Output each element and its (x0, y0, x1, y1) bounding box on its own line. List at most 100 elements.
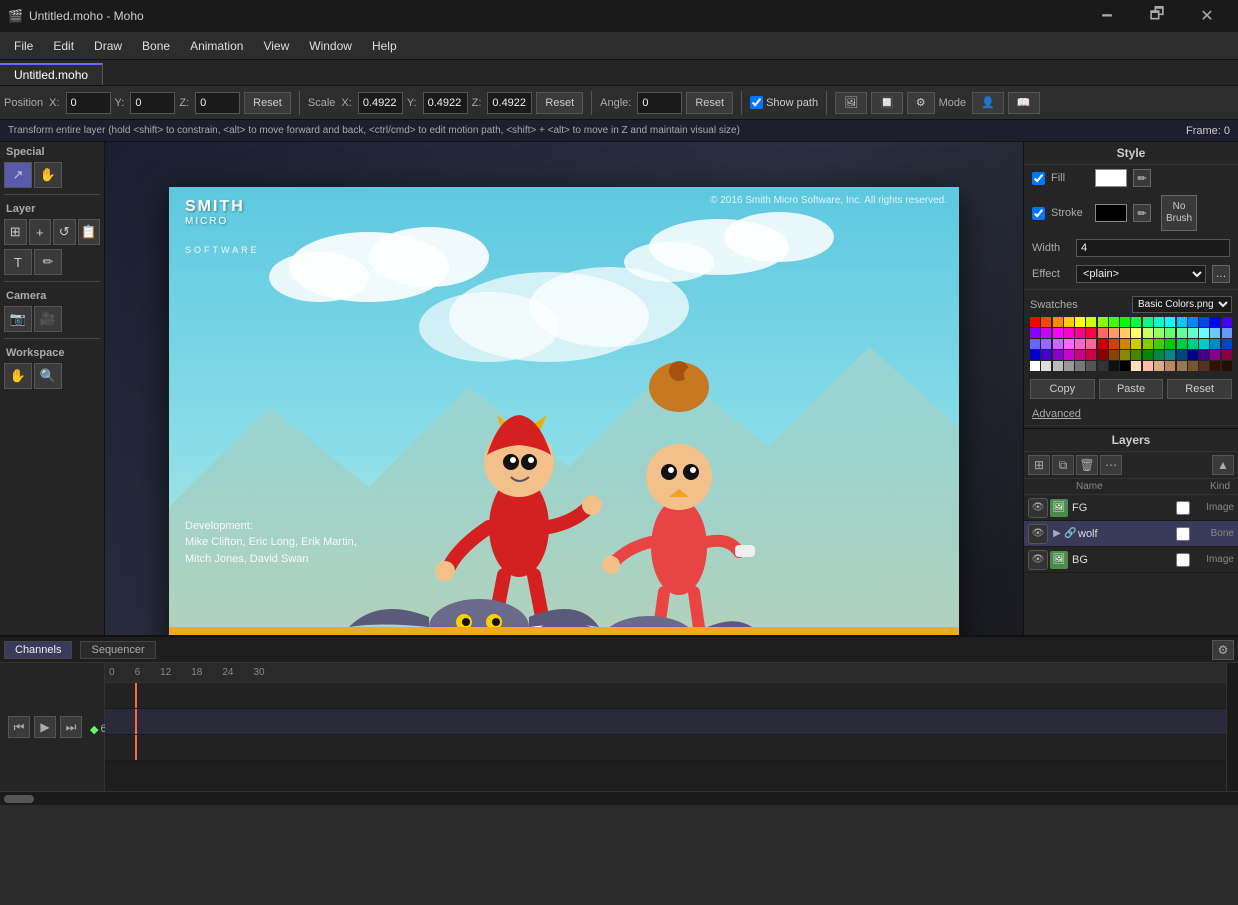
position-y-input[interactable] (130, 92, 175, 114)
transport-end-button[interactable]: ⏭ (60, 716, 82, 738)
tool-camera-2[interactable]: 🎥 (34, 306, 62, 332)
angle-input[interactable] (637, 92, 682, 114)
reset-position-button[interactable]: Reset (244, 92, 291, 114)
color-cell[interactable] (1154, 328, 1164, 338)
menu-window[interactable]: Window (299, 35, 362, 57)
color-cell[interactable] (1041, 328, 1051, 338)
color-cell[interactable] (1053, 328, 1063, 338)
maximize-button[interactable]: 🗗 (1134, 0, 1180, 32)
color-cell[interactable] (1041, 350, 1051, 360)
layer-expand-wolf[interactable]: ▶ (1050, 527, 1064, 541)
menu-help[interactable]: Help (362, 35, 407, 57)
color-cell[interactable] (1075, 328, 1085, 338)
color-cell[interactable] (1041, 317, 1051, 327)
color-cell[interactable] (1222, 339, 1232, 349)
effect-select[interactable]: <plain> (1076, 265, 1206, 283)
color-cell[interactable] (1098, 328, 1108, 338)
color-cell[interactable] (1165, 339, 1175, 349)
tool-transform[interactable]: ↗ (4, 162, 32, 188)
tool-new-point[interactable]: + (29, 219, 52, 245)
color-cell[interactable] (1143, 350, 1153, 360)
scale-z-input[interactable] (487, 92, 532, 114)
timeline-hscroll-thumb[interactable] (4, 795, 34, 803)
color-cell[interactable] (1222, 328, 1232, 338)
color-cell[interactable] (1188, 328, 1198, 338)
color-cell[interactable] (1064, 328, 1074, 338)
color-cell[interactable] (1210, 328, 1220, 338)
color-cell[interactable] (1177, 328, 1187, 338)
tool-hand[interactable]: ✋ (34, 162, 62, 188)
color-cell[interactable] (1109, 339, 1119, 349)
reset-swatch-button[interactable]: Reset (1167, 379, 1232, 399)
no-brush-button[interactable]: NoBrush (1161, 195, 1197, 231)
layer-row-wolf[interactable]: 👁 ▶ 🔗 wolf Bone (1024, 521, 1238, 547)
color-cell[interactable] (1143, 317, 1153, 327)
color-cell[interactable] (1086, 350, 1096, 360)
swatches-preset-select[interactable]: Basic Colors.png (1132, 296, 1232, 313)
color-cell[interactable] (1075, 339, 1085, 349)
color-cell[interactable] (1222, 361, 1232, 371)
color-cell[interactable] (1143, 339, 1153, 349)
layer-options-button[interactable]: ⋯ (1100, 455, 1122, 475)
color-cell[interactable] (1053, 350, 1063, 360)
color-cell[interactable] (1120, 317, 1130, 327)
layer-vis-bg[interactable]: 👁 (1028, 550, 1048, 570)
tool-camera-1[interactable]: 📷 (4, 306, 32, 332)
timeline-tab-channels[interactable]: Channels (4, 641, 72, 659)
transport-start-button[interactable]: ⏮ (8, 716, 30, 738)
new-layer-button[interactable]: ⊞ (1028, 455, 1050, 475)
color-cell[interactable] (1109, 350, 1119, 360)
scale-x-input[interactable] (358, 92, 403, 114)
advanced-link[interactable]: Advanced (1032, 408, 1081, 420)
stroke-checkbox[interactable] (1032, 207, 1045, 220)
color-cell[interactable] (1210, 339, 1220, 349)
scale-y-input[interactable] (423, 92, 468, 114)
color-cell[interactable] (1131, 350, 1141, 360)
stroke-color-swatch[interactable] (1095, 204, 1127, 222)
color-cell[interactable] (1086, 328, 1096, 338)
tool-zoom[interactable]: 🔍 (34, 363, 62, 389)
layer-checkbox-fg[interactable] (1176, 501, 1190, 515)
color-cell[interactable] (1030, 361, 1040, 371)
tool-rotate[interactable]: ↺ (53, 219, 76, 245)
color-cell[interactable] (1143, 361, 1153, 371)
layer-checkbox-wolf[interactable] (1176, 527, 1190, 541)
delete-layer-button[interactable]: 🗑 (1076, 455, 1098, 475)
layer-vis-wolf[interactable]: 👁 (1028, 524, 1048, 544)
color-cell[interactable] (1188, 350, 1198, 360)
tool-pan[interactable]: ✋ (4, 363, 32, 389)
color-cell[interactable] (1154, 350, 1164, 360)
color-cell[interactable] (1199, 317, 1209, 327)
reset-scale-button[interactable]: Reset (536, 92, 583, 114)
color-cell[interactable] (1098, 339, 1108, 349)
fill-edit-button[interactable]: ✏ (1133, 169, 1151, 187)
color-cell[interactable] (1098, 317, 1108, 327)
menu-view[interactable]: View (253, 35, 299, 57)
color-cell[interactable] (1199, 339, 1209, 349)
timeline-tab-sequencer[interactable]: Sequencer (80, 641, 155, 659)
tab-untitled[interactable]: Untitled.moho (0, 63, 103, 85)
tool-paint[interactable]: ✏ (34, 249, 62, 275)
color-cell[interactable] (1064, 339, 1074, 349)
color-cell[interactable] (1222, 350, 1232, 360)
transport-play-button[interactable]: ▶ (34, 716, 56, 738)
color-cell[interactable] (1030, 317, 1040, 327)
toolbar-icon-3[interactable]: ⚙ (907, 92, 935, 114)
show-path-toggle[interactable]: Show path (750, 96, 818, 109)
color-cell[interactable] (1064, 361, 1074, 371)
fill-checkbox[interactable] (1032, 172, 1045, 185)
color-cell[interactable] (1154, 361, 1164, 371)
layer-row-bg[interactable]: 👁 🖼 BG Image (1024, 547, 1238, 573)
color-cell[interactable] (1177, 361, 1187, 371)
color-cell[interactable] (1222, 317, 1232, 327)
color-cell[interactable] (1086, 339, 1096, 349)
color-cell[interactable] (1131, 328, 1141, 338)
color-cell[interactable] (1199, 328, 1209, 338)
color-cell[interactable] (1030, 328, 1040, 338)
color-cell[interactable] (1154, 317, 1164, 327)
show-path-checkbox[interactable] (750, 96, 763, 109)
color-cell[interactable] (1165, 328, 1175, 338)
color-cell[interactable] (1075, 350, 1085, 360)
color-cell[interactable] (1109, 317, 1119, 327)
color-cell[interactable] (1030, 339, 1040, 349)
